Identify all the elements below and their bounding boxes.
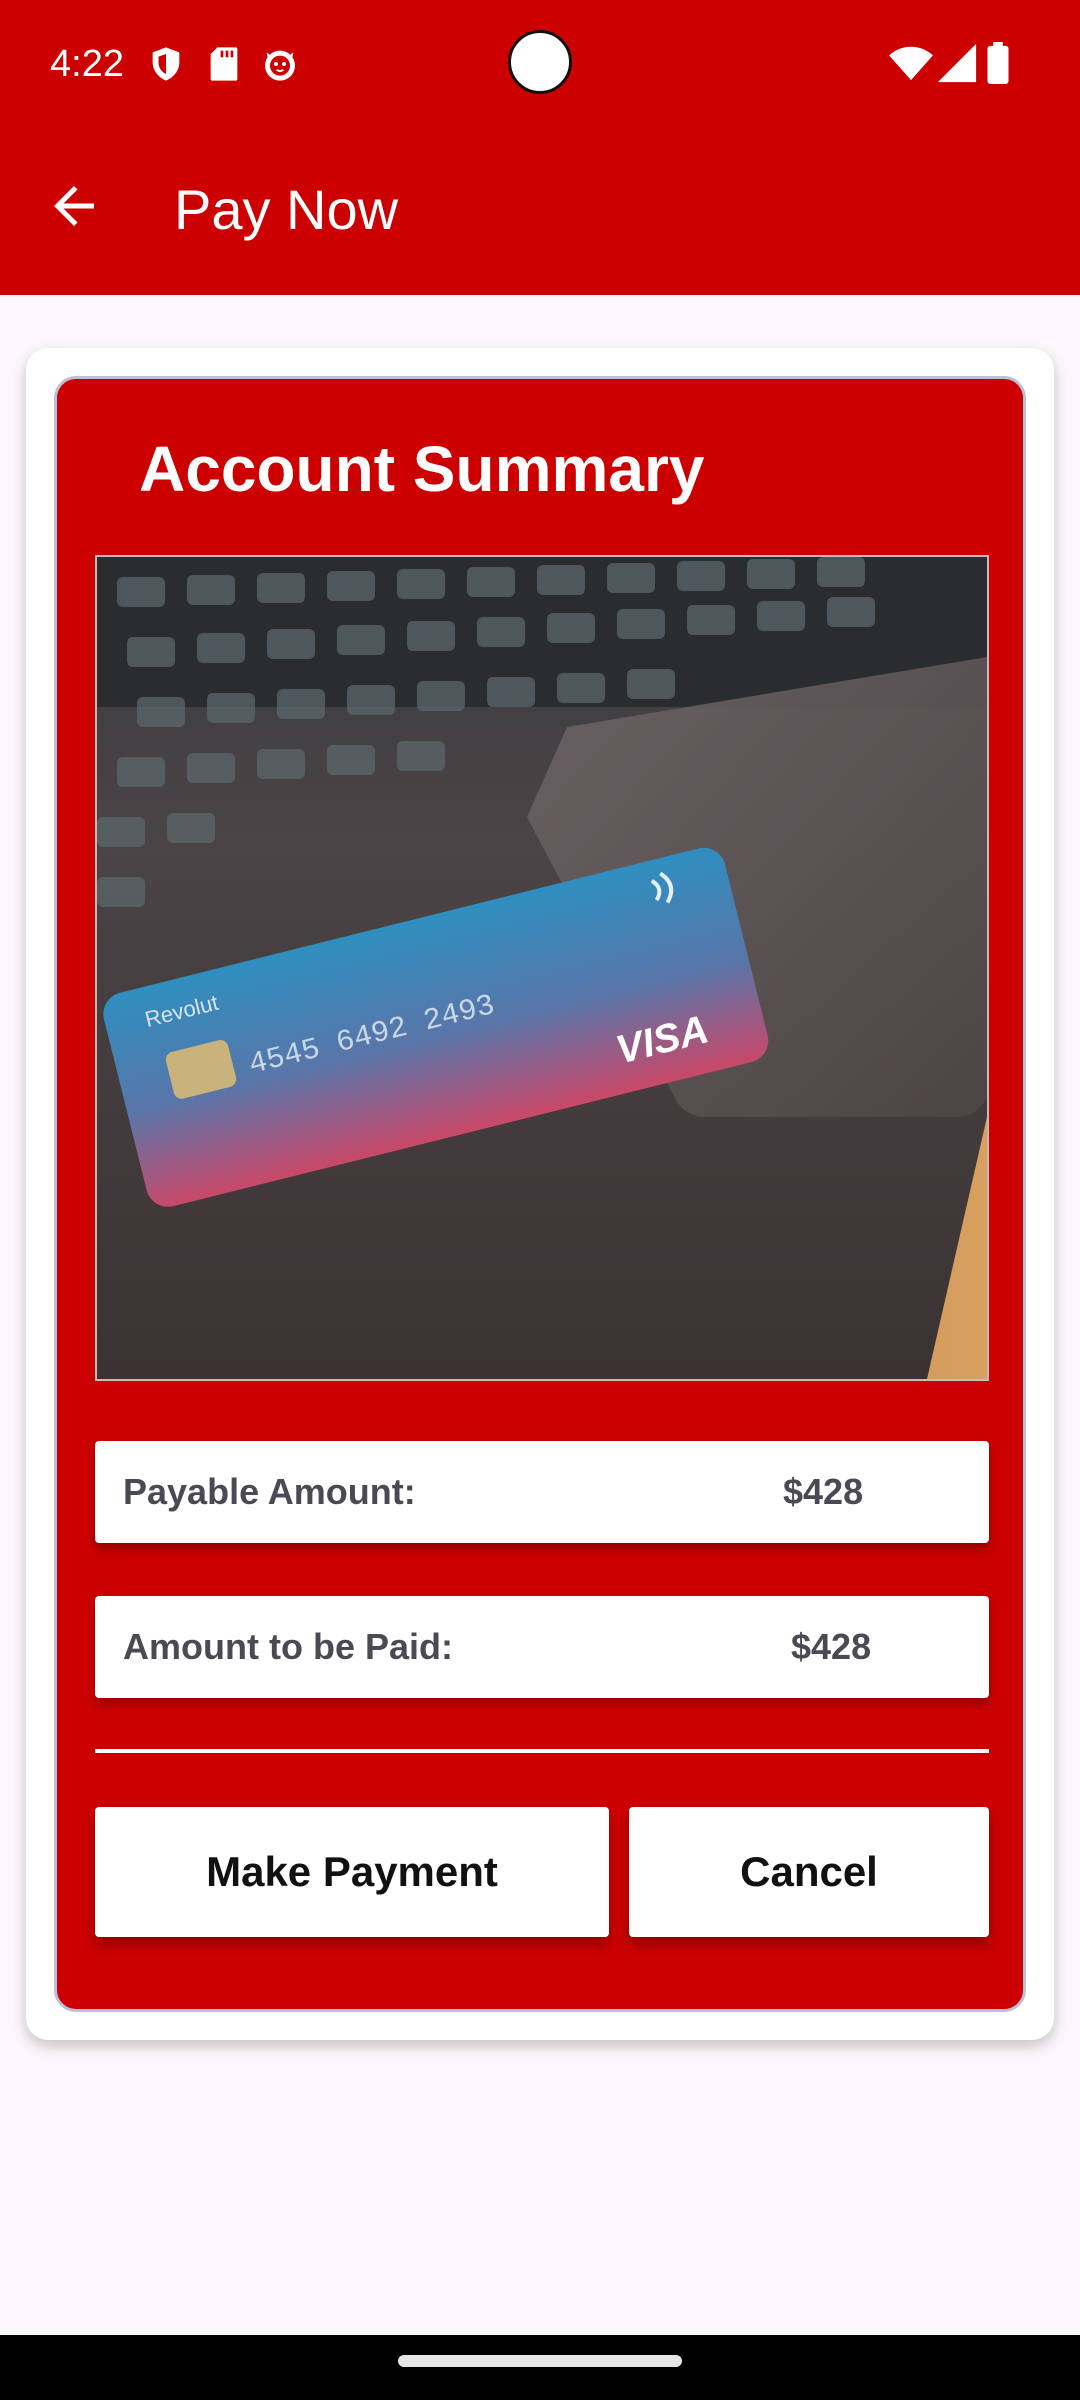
payable-amount-value: $428 <box>783 1471 864 1512</box>
arrow-left-icon <box>44 176 104 241</box>
shield-icon <box>146 44 186 84</box>
cell-signal-icon <box>936 42 978 84</box>
battery-icon <box>986 42 1010 84</box>
status-bar: 4:22 <box>0 0 1080 128</box>
back-button[interactable] <box>36 170 112 246</box>
payable-amount-label: Payable Amount: <box>123 1471 416 1512</box>
amount-to-be-paid-label: Amount to be Paid: <box>123 1626 453 1667</box>
home-indicator[interactable] <box>398 2355 682 2367</box>
wifi-icon <box>888 42 934 84</box>
status-time: 4:22 <box>50 43 124 85</box>
amount-to-be-paid-value: $428 <box>791 1626 872 1667</box>
credit-card-photo: Revolut 4545 6492 2493 VISA <box>95 555 989 1381</box>
cat-face-icon <box>260 44 300 84</box>
account-summary-card: Account Summary Revolut 4545 6492 2493 V… <box>54 376 1026 2012</box>
cancel-button[interactable]: Cancel <box>629 1807 989 1937</box>
payable-amount-row: Payable Amount: $428 <box>95 1441 989 1543</box>
make-payment-button[interactable]: Make Payment <box>95 1807 609 1937</box>
amount-to-be-paid-row: Amount to be Paid: $428 <box>95 1596 989 1698</box>
page-title: Pay Now <box>174 178 399 241</box>
sd-card-icon <box>204 44 244 84</box>
camera-cutout <box>508 30 572 94</box>
divider <box>95 1749 989 1753</box>
navigation-bar <box>0 2335 1080 2400</box>
app-bar: Pay Now <box>0 128 1080 295</box>
summary-title: Account Summary <box>139 433 705 505</box>
